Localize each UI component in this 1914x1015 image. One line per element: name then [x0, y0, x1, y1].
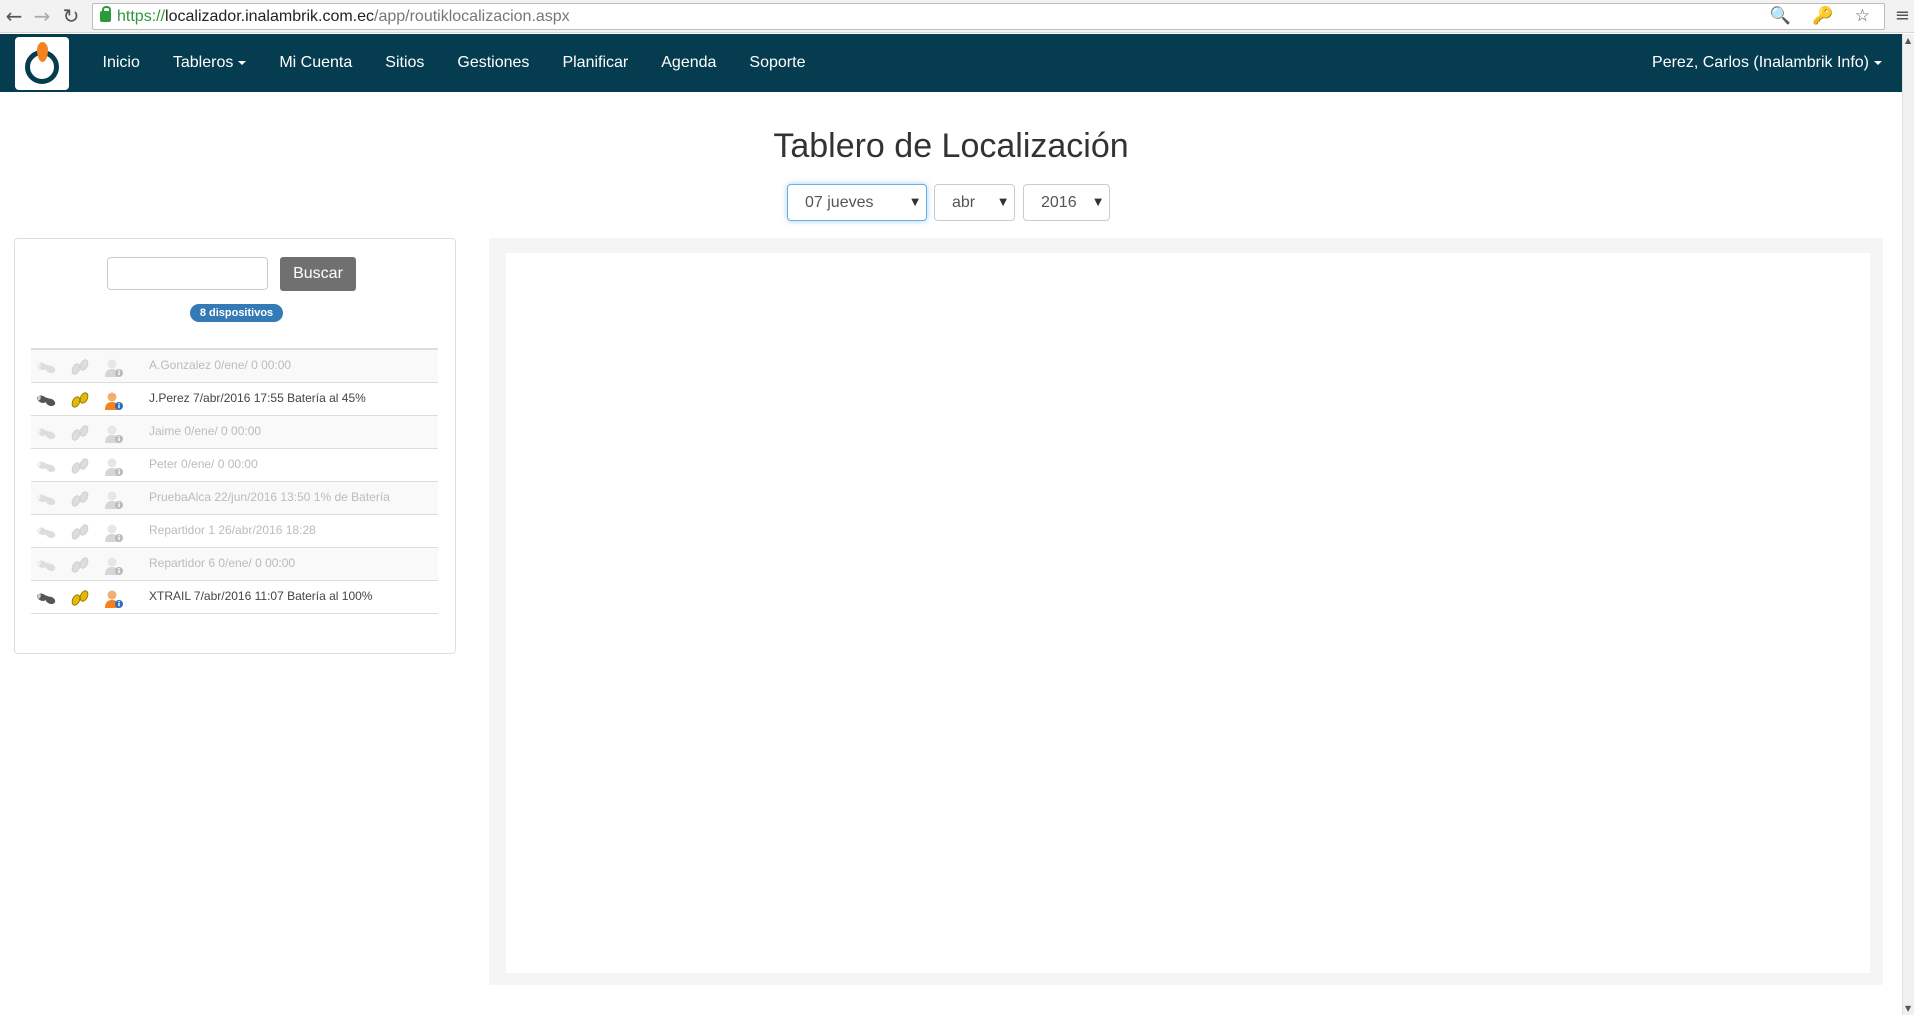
lock-icon — [100, 6, 111, 22]
device-label: Jaime 0/ene/ 0 00:00 — [149, 424, 262, 438]
binoculars-icon[interactable] — [36, 490, 58, 508]
device-label: Peter 0/ene/ 0 00:00 — [149, 457, 258, 471]
person-info-icon[interactable] — [103, 490, 125, 509]
person-info-icon[interactable] — [103, 358, 125, 377]
address-bar[interactable]: https://localizador.inalambrik.com.ec/ap… — [92, 3, 1885, 30]
nav-item-planificar[interactable]: Planificar — [546, 34, 645, 92]
binoculars-icon[interactable] — [36, 391, 58, 409]
binoculars-icon[interactable] — [36, 523, 58, 541]
device-label: XTRAIL 7/abr/2016 11:07 Batería al 100% — [149, 589, 373, 603]
nav-item-agenda[interactable]: Agenda — [645, 34, 733, 92]
footprints-icon[interactable] — [69, 556, 91, 574]
footprints-icon[interactable] — [69, 589, 91, 607]
devices-panel: Buscar 8 dispositivos A.Gonzalez 0/ene/ … — [14, 238, 456, 654]
device-label: PruebaAlca 22/jun/2016 13:50 1% de Bater… — [149, 490, 390, 504]
search-button[interactable]: Buscar — [280, 257, 356, 291]
footprints-icon[interactable] — [69, 391, 91, 409]
device-count-badge: 8 dispositivos — [190, 304, 283, 322]
chevron-down-icon — [238, 60, 247, 65]
devices-table: A.Gonzalez 0/ene/ 0 00:00 J.Perez 7/abr/2… — [31, 348, 438, 614]
map-canvas[interactable] — [506, 253, 1870, 973]
device-label: Repartidor 1 26/abr/2016 18:28 — [149, 523, 316, 537]
person-info-icon[interactable] — [103, 424, 125, 443]
browser-menu-icon[interactable]: ≡ — [1895, 5, 1910, 26]
user-menu[interactable]: Perez, Carlos (Inalambrik Info) — [1652, 34, 1882, 92]
person-info-icon[interactable] — [103, 391, 125, 410]
person-info-icon[interactable] — [103, 523, 125, 542]
nav-item-inicio[interactable]: Inicio — [86, 34, 156, 92]
binoculars-icon[interactable] — [36, 358, 58, 376]
scroll-down-icon[interactable]: ▼ — [1905, 1004, 1911, 1013]
footprints-icon[interactable] — [69, 358, 91, 376]
forward-icon[interactable]: → — [31, 4, 53, 28]
person-info-icon[interactable] — [103, 556, 125, 575]
footprints-icon[interactable] — [69, 424, 91, 442]
device-row[interactable]: Repartidor 6 0/ene/ 0 00:00 — [31, 548, 438, 581]
app-navbar: Inicio Tableros Mi Cuenta Sitios Gestiones Pl… — [0, 34, 1902, 92]
person-info-icon[interactable] — [103, 457, 125, 476]
chevron-down-icon: ▼ — [911, 197, 919, 208]
zoom-key-star-icons[interactable]: 🔍 🔑 ☆ — [1770, 6, 1878, 26]
device-row[interactable]: Jaime 0/ene/ 0 00:00 — [31, 416, 438, 449]
url-text[interactable]: https://localizador.inalambrik.com.ec/ap… — [117, 8, 570, 26]
app-logo[interactable] — [15, 37, 69, 90]
footprints-icon[interactable] — [69, 457, 91, 475]
nav-item-gestiones[interactable]: Gestiones — [441, 34, 546, 92]
device-row[interactable]: J.Perez 7/abr/2016 17:55 Batería al 45% — [31, 383, 438, 416]
device-row[interactable]: PruebaAlca 22/jun/2016 13:50 1% de Bater… — [31, 482, 438, 515]
page-title: Tablero de Localización — [773, 127, 1129, 165]
device-label: Repartidor 6 0/ene/ 0 00:00 — [149, 556, 296, 570]
scroll-up-icon[interactable]: ▲ — [1905, 36, 1911, 45]
nav-menu: Inicio Tableros Mi Cuenta Sitios Gestiones Pl… — [86, 34, 822, 92]
binoculars-icon[interactable] — [36, 556, 58, 574]
search-input[interactable] — [107, 257, 268, 290]
device-row[interactable]: XTRAIL 7/abr/2016 11:07 Batería al 100% — [31, 581, 438, 614]
chevron-down-icon — [1874, 60, 1882, 65]
back-icon[interactable]: ← — [3, 4, 25, 28]
reload-icon[interactable]: ↻ — [60, 4, 82, 28]
device-label: J.Perez 7/abr/2016 17:55 Batería al 45% — [149, 391, 366, 405]
day-select[interactable]: 07 jueves ▼ — [787, 184, 927, 221]
browser-toolbar: ← → ↻ https://localizador.inalambrik.com… — [0, 0, 1914, 33]
binoculars-icon[interactable] — [36, 457, 58, 475]
year-select[interactable]: 2016 ▼ — [1023, 184, 1110, 221]
footprints-icon[interactable] — [69, 523, 91, 541]
binoculars-icon[interactable] — [36, 424, 58, 442]
device-row[interactable]: A.Gonzalez 0/ene/ 0 00:00 — [31, 350, 438, 383]
nav-item-sitios[interactable]: Sitios — [369, 34, 441, 92]
nav-item-mi-cuenta[interactable]: Mi Cuenta — [263, 34, 369, 92]
person-info-icon[interactable] — [103, 589, 125, 608]
device-label: A.Gonzalez 0/ene/ 0 00:00 — [149, 358, 292, 372]
chevron-down-icon: ▼ — [1094, 197, 1102, 208]
nav-item-soporte[interactable]: Soporte — [733, 34, 822, 92]
chevron-down-icon: ▼ — [999, 197, 1007, 208]
binoculars-icon[interactable] — [36, 589, 58, 607]
footprints-icon[interactable] — [69, 490, 91, 508]
nav-item-tableros[interactable]: Tableros — [156, 34, 262, 92]
device-row[interactable]: Peter 0/ene/ 0 00:00 — [31, 449, 438, 482]
month-select[interactable]: abr ▼ — [934, 184, 1015, 221]
vertical-scrollbar[interactable]: ▲ ▼ — [1902, 34, 1914, 1015]
device-row[interactable]: Repartidor 1 26/abr/2016 18:28 — [31, 515, 438, 548]
